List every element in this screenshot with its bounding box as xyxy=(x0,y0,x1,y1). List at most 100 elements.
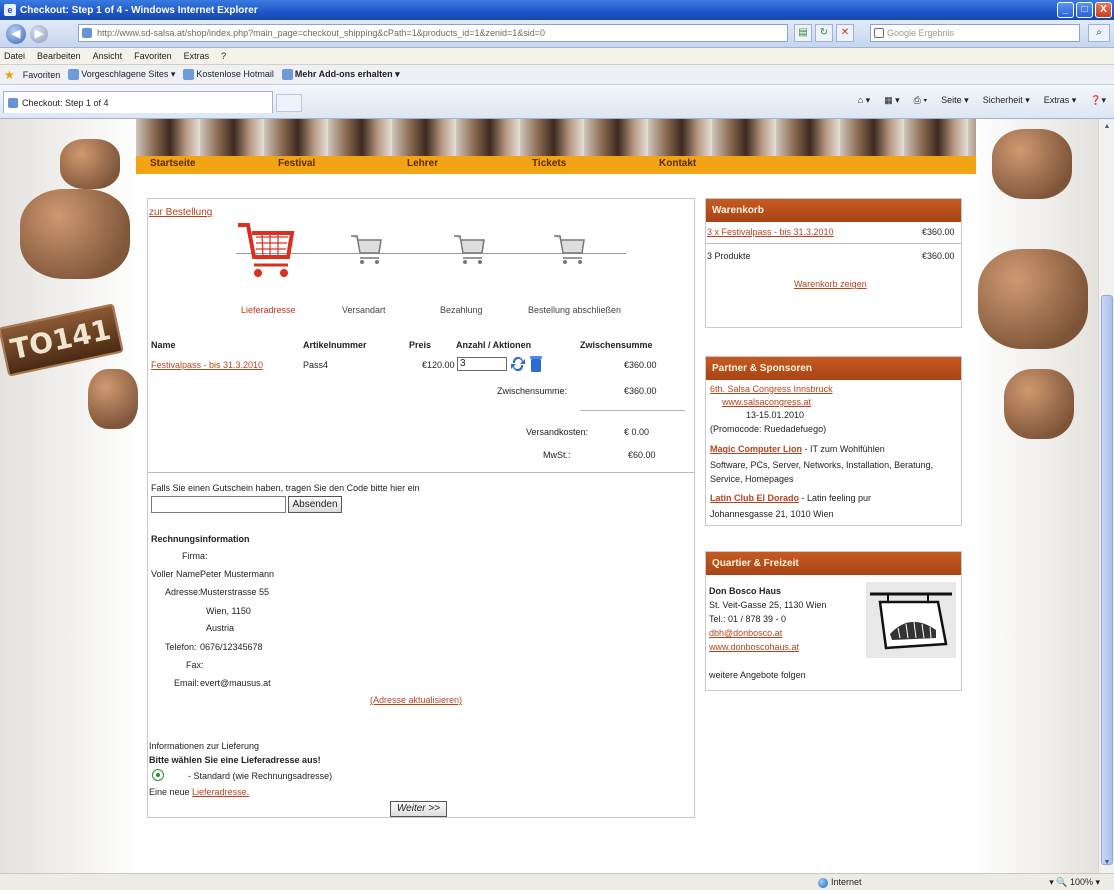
cart-box: Warenkorb 3 x Festivalpass - bis 31.3.20… xyxy=(705,198,962,328)
search-provider-icon xyxy=(874,28,884,38)
partners-box-title: Partner & Sponsoren xyxy=(706,357,961,380)
search-placeholder: Google Ergebnis xyxy=(887,28,955,38)
partner-2-row: Magic Computer Lion - IT zum Wohlfühlen xyxy=(710,444,885,454)
tab-checkout[interactable]: Checkout: Step 1 of 4 xyxy=(3,91,273,113)
nav-kontakt[interactable]: Kontakt xyxy=(659,158,696,169)
billing-email-label: Email: xyxy=(174,678,200,688)
stop-icon[interactable]: ✕ xyxy=(836,24,854,42)
partner-1-url[interactable]: www.salsacongress.at xyxy=(722,397,811,407)
page-icon xyxy=(8,98,18,108)
window-title: Checkout: Step 1 of 4 - Windows Internet… xyxy=(20,4,258,16)
partner-1-link[interactable]: 6th. Salsa Congress Innsbruck xyxy=(710,384,833,394)
checkout-panel: zur Bestellung Lieferadresse Versandart … xyxy=(147,198,695,818)
new-address-link[interactable]: Lieferadresse. xyxy=(192,787,249,797)
update-icon[interactable] xyxy=(510,355,526,373)
forward-button[interactable]: ▶ xyxy=(30,24,48,43)
url-field[interactable]: http://www.sd-salsa.at/shop/index.php?ma… xyxy=(78,24,788,42)
cart-count: 3 Produkte xyxy=(707,251,751,261)
page-icon xyxy=(82,28,92,38)
decoration-right xyxy=(974,119,1098,873)
minimize-button[interactable]: _ xyxy=(1057,2,1074,18)
menu-item-help[interactable]: ? xyxy=(221,51,226,61)
col-name: Name xyxy=(151,340,176,350)
coupon-input[interactable] xyxy=(151,496,286,513)
page-menu[interactable]: Seite ▾ xyxy=(941,95,969,106)
nav-lehrer[interactable]: Lehrer xyxy=(407,158,438,169)
help-icon[interactable]: ❓▾ xyxy=(1090,95,1106,106)
compat-icon[interactable]: ▤ xyxy=(794,24,812,42)
cart-step-4-icon xyxy=(554,235,585,264)
default-address-label: - Standard (wie Rechnungsadresse) xyxy=(188,771,333,781)
back-button[interactable]: ◀ xyxy=(6,23,26,44)
quarters-email-link[interactable]: dbh@donbosco.at xyxy=(709,628,782,638)
zoom-level[interactable]: ▾ 🔍 100% ▾ xyxy=(1049,877,1100,888)
billing-phone-value: 0676/12345678 xyxy=(200,642,263,652)
scroll-down-icon[interactable]: ▼ xyxy=(1101,857,1113,869)
favorites-star-icon[interactable]: ★ xyxy=(4,68,15,82)
partner-3-link[interactable]: Latin Club El Dorado xyxy=(710,493,799,503)
zwischensumme-value: €360.00 xyxy=(624,386,657,396)
item-name-link[interactable]: Festivalpass - bis 31.3.2010 xyxy=(151,360,263,370)
feeds-icon[interactable]: ▦ ▾ xyxy=(884,95,900,106)
quarters-box: Quartier & Freizeit Don Bosco Haus St. V… xyxy=(705,551,962,691)
refresh-icon[interactable]: ↻ xyxy=(815,24,833,42)
decor-plate: TO141 xyxy=(0,303,124,377)
maximize-button[interactable]: □ xyxy=(1076,2,1093,18)
print-icon[interactable]: ⎙ ▾ xyxy=(914,95,927,106)
security-zone: Internet xyxy=(818,877,862,888)
site-nav: Startseite Festival Lehrer Tickets Konta… xyxy=(136,156,976,174)
home-icon[interactable]: ⌂ ▾ xyxy=(858,95,870,106)
step-label-confirm: Bestellung abschließen xyxy=(528,305,622,315)
partner-2-tag: - IT zum Wohlfühlen xyxy=(802,444,885,454)
nav-festival[interactable]: Festival xyxy=(278,158,315,169)
quantity-input[interactable]: 3 xyxy=(457,357,507,371)
new-address-prefix: Eine neue xyxy=(149,787,193,797)
favorite-addons[interactable]: Mehr Add-ons erhalten ▾ xyxy=(281,69,400,81)
favorites-button[interactable]: Favoriten xyxy=(23,70,61,80)
decor-shape xyxy=(1004,369,1074,439)
cart-active-icon xyxy=(238,223,295,277)
billing-address-label: Adresse: xyxy=(165,587,201,597)
back-to-order-link[interactable]: zur Bestellung xyxy=(149,207,212,218)
menu-item-file[interactable]: Datei xyxy=(4,51,25,61)
quarters-web-link[interactable]: www.donboscohaus.at xyxy=(709,642,799,652)
billing-address-value: Musterstrasse 55 xyxy=(200,587,270,597)
decor-shape xyxy=(88,369,138,429)
scroll-up-icon[interactable]: ▲ xyxy=(1101,121,1113,133)
favorite-hotmail[interactable]: Kostenlose Hotmail xyxy=(183,69,274,81)
menu-item-favorites[interactable]: Favoriten xyxy=(134,51,172,61)
default-address-radio[interactable] xyxy=(152,769,164,781)
search-input[interactable]: Google Ergebnis xyxy=(870,24,1080,42)
favorite-suggested-sites[interactable]: Vorgeschlagene Sites ▾ xyxy=(68,69,175,81)
cart-item-link[interactable]: 3 x Festivalpass - bis 31.3.2010 xyxy=(707,227,834,237)
billing-name-label: Voller Name: xyxy=(151,569,203,579)
edit-address-link[interactable]: (Adresse aktualisieren) xyxy=(370,695,462,705)
cart-divider xyxy=(706,243,961,244)
totals-divider xyxy=(580,410,685,411)
decor-shape xyxy=(20,189,130,279)
nav-startseite[interactable]: Startseite xyxy=(150,158,196,169)
close-button[interactable]: X xyxy=(1095,2,1112,18)
nav-tickets[interactable]: Tickets xyxy=(532,158,566,169)
cart-item-price: €360.00 xyxy=(922,227,955,237)
step-label-payment: Bezahlung xyxy=(440,305,483,315)
menu-item-tools[interactable]: Extras xyxy=(184,51,210,61)
vertical-scrollbar[interactable]: ▲ ▼ xyxy=(1098,119,1114,873)
safety-menu[interactable]: Sicherheit ▾ xyxy=(983,95,1030,106)
site-banner xyxy=(136,119,976,156)
delivery-choose: Bitte wählen Sie eine Lieferadresse aus! xyxy=(149,755,321,765)
show-cart-link[interactable]: Warenkorb zeigen xyxy=(794,279,867,289)
search-icon[interactable]: ⌕ xyxy=(1088,24,1110,42)
scroll-thumb[interactable] xyxy=(1101,295,1113,865)
partner-1-code: (Promocode: Ruedadefuego) xyxy=(710,424,827,434)
mwst-value: €60.00 xyxy=(628,450,656,460)
next-button[interactable]: Weiter >> xyxy=(390,801,447,817)
tools-menu[interactable]: Extras ▾ xyxy=(1044,95,1077,106)
menu-item-edit[interactable]: Bearbeiten xyxy=(37,51,81,61)
new-tab-button[interactable] xyxy=(276,94,302,112)
coupon-submit-button[interactable]: Absenden xyxy=(288,496,342,513)
partner-2-link[interactable]: Magic Computer Lion xyxy=(710,444,802,454)
billing-company-label: Firma: xyxy=(182,551,208,561)
menu-item-view[interactable]: Ansicht xyxy=(93,51,123,61)
delete-icon[interactable] xyxy=(529,355,543,373)
